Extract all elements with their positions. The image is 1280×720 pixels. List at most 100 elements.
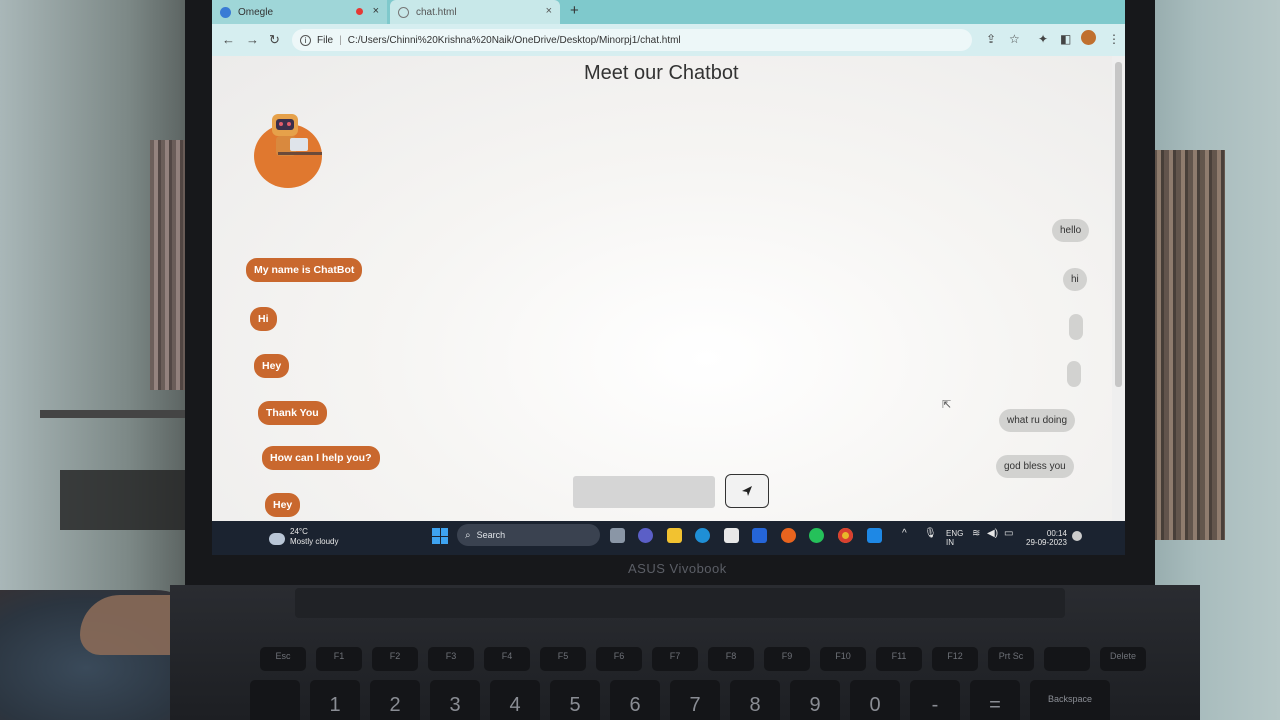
key[interactable]: Esc [260,647,306,671]
key[interactable]: F8 [708,647,754,671]
whatsapp-icon[interactable] [809,528,824,543]
weather-widget[interactable]: 24°C Mostly cloudy [290,527,338,547]
key[interactable]: F12 [932,647,978,671]
language-indicator[interactable]: ENG IN [946,529,963,547]
key[interactable]: Prt Sc [988,647,1034,671]
chat-app-icon[interactable] [638,528,653,543]
key[interactable]: F5 [540,647,586,671]
volume-icon[interactable]: ◀) [987,529,998,539]
extensions-icon[interactable]: ✦ [1038,32,1048,46]
wifi-icon[interactable]: ≋ [972,529,980,539]
tab-label: chat.html [416,6,457,18]
key[interactable]: 5 [550,680,600,720]
key[interactable] [1044,647,1090,671]
clock[interactable]: 00:14 29-09-2023 [1026,529,1067,547]
close-icon[interactable]: × [373,5,379,17]
message-input[interactable] [573,476,715,508]
bot-message: My name is ChatBot [246,258,363,282]
forward-icon[interactable]: → [246,32,259,47]
key[interactable]: = [970,680,1020,720]
close-icon[interactable]: × [546,5,552,17]
key[interactable]: F1 [316,647,362,671]
user-message: hello [1052,219,1090,242]
page-title: Meet our Chatbot [584,62,739,84]
lang-top: ENG [946,529,964,538]
key[interactable]: Delete [1100,647,1146,671]
key[interactable]: F10 [820,647,866,671]
bot-message: Hi [250,307,277,331]
url-input[interactable]: i File | C:/Users/Chinni%20Krishna%20Nai… [292,29,972,51]
scrollbar-thumb[interactable] [1115,62,1122,387]
key[interactable] [250,680,300,720]
chatbot-avatar [254,114,322,188]
key[interactable]: 4 [490,680,540,720]
key[interactable]: 7 [670,680,720,720]
key[interactable]: F3 [428,647,474,671]
clock-time: 00:14 [1046,529,1067,538]
key[interactable]: 3 [430,680,480,720]
key[interactable]: F9 [764,647,810,671]
chevron-up-icon[interactable]: ^ [902,529,907,539]
key[interactable]: Backspace [1030,680,1110,720]
lang-bottom: IN [946,538,954,547]
app-icon[interactable] [752,528,767,543]
key[interactable]: 1 [310,680,360,720]
url-path: C:/Users/Chinni%20Krishna%20Naik/OneDriv… [347,34,681,46]
bot-message: Thank You [258,401,327,425]
profile-avatar[interactable] [1081,30,1096,45]
clock-date: 29-09-2023 [1026,538,1067,547]
key[interactable]: F4 [484,647,530,671]
share-icon[interactable]: ⇪ [986,32,996,46]
user-message [1069,314,1083,340]
key[interactable]: 2 [370,680,420,720]
number-key-row: 1 2 3 4 5 6 7 8 9 0 - = Backspace [250,680,1110,720]
user-message: god bless you [996,455,1074,478]
firefox-icon[interactable] [781,528,796,543]
function-key-row: Esc F1 F2 F3 F4 F5 F6 F7 F8 F9 F10 F11 F… [260,647,1146,671]
new-tab-button[interactable]: + [570,2,579,19]
tab-chat[interactable]: chat.html × [390,0,560,24]
tab-omegle[interactable]: Omegle × [212,0,387,24]
key[interactable]: 0 [850,680,900,720]
file-explorer-icon[interactable] [667,528,682,543]
search-label: Search [476,530,506,540]
key[interactable]: F11 [876,647,922,671]
url-scheme: File [317,34,334,46]
info-icon[interactable]: i [300,34,311,46]
chrome-icon[interactable] [838,528,853,543]
key[interactable]: 6 [610,680,660,720]
back-icon[interactable]: ← [222,32,235,47]
sidepanel-icon[interactable]: ◧ [1060,32,1071,46]
bot-message: Hey [265,493,301,517]
vscode-icon[interactable] [867,528,882,543]
bot-message: Hey [254,354,290,378]
address-bar-area: ← → ↻ i File | C:/Users/Chinni%20Krishna… [212,24,1125,56]
key[interactable]: 9 [790,680,840,720]
laptop-screen: Omegle × chat.html × + ← → ↻ i File | C:… [212,0,1125,555]
recording-icon [356,8,363,15]
star-icon[interactable]: ☆ [1009,32,1020,46]
key[interactable]: F7 [652,647,698,671]
store-icon[interactable] [724,528,739,543]
windows-start-icon[interactable] [432,528,448,544]
weather-temp: 24°C [290,527,308,536]
taskbar-search[interactable]: ⌕ Search [457,524,600,546]
microphone-icon[interactable]: 🎙 [924,529,937,539]
key[interactable]: - [910,680,960,720]
laptop-hinge [295,588,1065,618]
send-button[interactable] [725,474,769,508]
tab-label: Omegle [238,6,274,18]
edge-icon[interactable] [695,528,710,543]
omegle-favicon-icon [220,6,231,18]
key[interactable]: F2 [372,647,418,671]
key[interactable]: 8 [730,680,780,720]
reload-icon[interactable]: ↻ [269,32,280,48]
menu-icon[interactable]: ⋮ [1108,32,1120,46]
user-message: what ru doing [999,409,1076,432]
browser-tab-bar: Omegle × chat.html × + [212,0,1125,24]
notification-icon[interactable] [1072,531,1082,541]
user-message [1067,361,1081,387]
key[interactable]: F6 [596,647,642,671]
battery-icon[interactable]: ▭ [1004,529,1013,539]
task-view-icon[interactable] [610,528,625,543]
